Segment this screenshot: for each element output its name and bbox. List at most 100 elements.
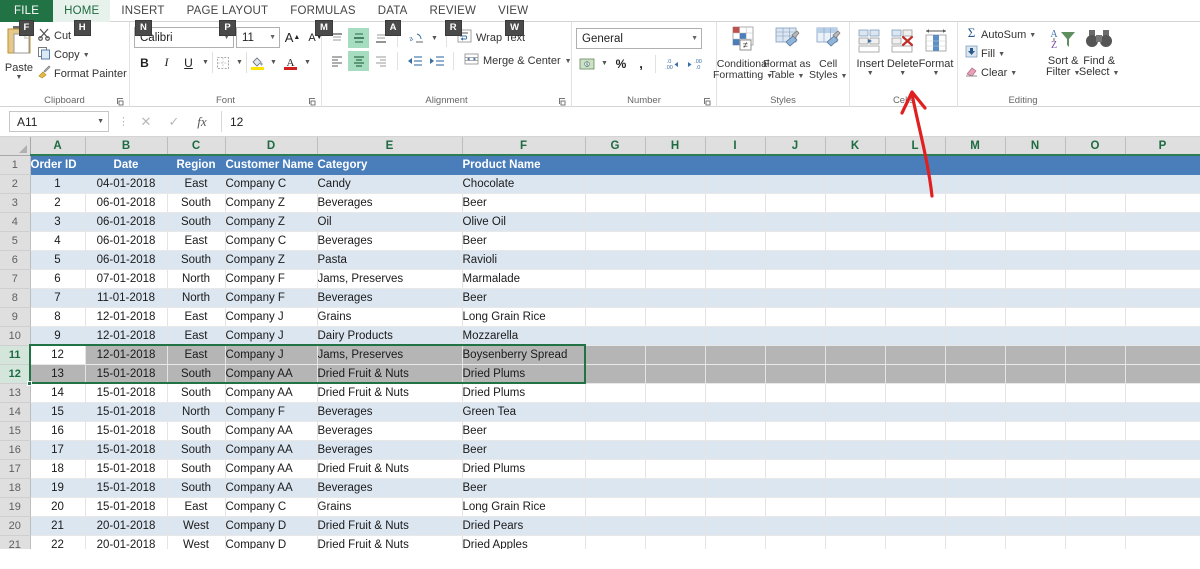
- cell-G7[interactable]: [585, 269, 646, 289]
- cell-H21[interactable]: [645, 535, 706, 549]
- cell-B3[interactable]: 06-01-2018: [85, 193, 168, 213]
- cell-P14[interactable]: [1125, 402, 1200, 422]
- cell-C21[interactable]: West: [167, 535, 226, 549]
- cell-N20[interactable]: [1005, 516, 1066, 536]
- cell-I14[interactable]: [705, 402, 766, 422]
- cell-A5[interactable]: 4: [30, 231, 86, 251]
- cell-E13[interactable]: Dried Fruit & Nuts: [317, 383, 463, 403]
- cell-B14[interactable]: 15-01-2018: [85, 402, 168, 422]
- cell-M7[interactable]: [945, 269, 1006, 289]
- cell-L9[interactable]: [885, 307, 946, 327]
- cell-I18[interactable]: [705, 478, 766, 498]
- cell-B11[interactable]: 12-01-2018: [85, 345, 168, 365]
- column-header-K[interactable]: K: [825, 137, 886, 156]
- paste-dropdown-caret[interactable]: ▼: [16, 74, 23, 81]
- cell-A16[interactable]: 17: [30, 440, 86, 460]
- cell-K12[interactable]: [825, 364, 886, 384]
- column-header-H[interactable]: H: [645, 137, 706, 156]
- merge-center-button[interactable]: Merge & Center ▼: [460, 51, 576, 71]
- autosum-button[interactable]: Σ AutoSum ▼: [962, 25, 1039, 44]
- cell-styles-button[interactable]: Cell Styles ▼: [809, 26, 847, 81]
- cell-D14[interactable]: Company F: [225, 402, 318, 422]
- comma-style-button[interactable]: ,: [632, 53, 650, 74]
- row-header-6[interactable]: 6: [0, 250, 31, 270]
- cell-I15[interactable]: [705, 421, 766, 441]
- cell-P12[interactable]: [1125, 364, 1200, 384]
- cell-E8[interactable]: Beverages: [317, 288, 463, 308]
- column-header-C[interactable]: C: [167, 137, 226, 156]
- cell-E20[interactable]: Dried Fruit & Nuts: [317, 516, 463, 536]
- cell-J10[interactable]: [765, 326, 826, 346]
- row-header-4[interactable]: 4: [0, 212, 31, 232]
- row-header-10[interactable]: 10: [0, 326, 31, 346]
- cell-L5[interactable]: [885, 231, 946, 251]
- row-header-3[interactable]: 3: [0, 193, 31, 213]
- cell-J12[interactable]: [765, 364, 826, 384]
- cell-I11[interactable]: [705, 345, 766, 365]
- row-header-19[interactable]: 19: [0, 497, 31, 517]
- autosum-dropdown-caret[interactable]: ▼: [1029, 32, 1036, 39]
- cell-N17[interactable]: [1005, 459, 1066, 479]
- cell-B8[interactable]: 11-01-2018: [85, 288, 168, 308]
- percent-style-button[interactable]: %: [611, 53, 631, 74]
- cell-L21[interactable]: [885, 535, 946, 549]
- cell-F16[interactable]: Beer: [462, 440, 586, 460]
- cell-F1[interactable]: Product Name: [462, 155, 586, 175]
- format-as-table-dropdown-caret[interactable]: ▼: [798, 73, 805, 80]
- cell-O17[interactable]: [1065, 459, 1126, 479]
- row-header-11[interactable]: 11: [0, 345, 31, 365]
- cell-F5[interactable]: Beer: [462, 231, 586, 251]
- decrease-decimal-button[interactable]: .00 .0: [684, 53, 706, 74]
- cell-C15[interactable]: South: [167, 421, 226, 441]
- cell-D7[interactable]: Company F: [225, 269, 318, 289]
- insert-dropdown-caret[interactable]: ▼: [867, 70, 874, 77]
- orientation-button[interactable]: a: [404, 28, 428, 48]
- cell-J1[interactable]: [765, 155, 826, 175]
- cell-M4[interactable]: [945, 212, 1006, 232]
- cell-N5[interactable]: [1005, 231, 1066, 251]
- insert-cells-button[interactable]: Insert ▼: [854, 26, 887, 77]
- column-header-I[interactable]: I: [705, 137, 766, 156]
- cell-K5[interactable]: [825, 231, 886, 251]
- cell-D13[interactable]: Company AA: [225, 383, 318, 403]
- cell-B1[interactable]: Date: [85, 155, 168, 175]
- cell-B10[interactable]: 12-01-2018: [85, 326, 168, 346]
- cell-O12[interactable]: [1065, 364, 1126, 384]
- cell-F20[interactable]: Dried Pears: [462, 516, 586, 536]
- cell-H11[interactable]: [645, 345, 706, 365]
- cell-H5[interactable]: [645, 231, 706, 251]
- column-header-M[interactable]: M: [945, 137, 1006, 156]
- cell-P13[interactable]: [1125, 383, 1200, 403]
- fill-color-button[interactable]: [246, 52, 267, 73]
- cell-O4[interactable]: [1065, 212, 1126, 232]
- cell-A6[interactable]: 5: [30, 250, 86, 270]
- cell-B15[interactable]: 15-01-2018: [85, 421, 168, 441]
- merge-center-dropdown-caret[interactable]: ▼: [565, 58, 572, 65]
- cell-O16[interactable]: [1065, 440, 1126, 460]
- cell-G15[interactable]: [585, 421, 646, 441]
- cell-G1[interactable]: [585, 155, 646, 175]
- cell-A7[interactable]: 6: [30, 269, 86, 289]
- cell-D19[interactable]: Company C: [225, 497, 318, 517]
- cell-L3[interactable]: [885, 193, 946, 213]
- ribbon-tab-page-layout[interactable]: PAGE LAYOUT: [176, 0, 280, 22]
- cell-F4[interactable]: Olive Oil: [462, 212, 586, 232]
- cell-A17[interactable]: 18: [30, 459, 86, 479]
- cell-A14[interactable]: 15: [30, 402, 86, 422]
- cell-N1[interactable]: [1005, 155, 1066, 175]
- conditional-formatting-button[interactable]: ≠ Conditional Formatting ▼: [713, 26, 773, 81]
- cell-H3[interactable]: [645, 193, 706, 213]
- cell-B2[interactable]: 04-01-2018: [85, 174, 168, 194]
- cell-O8[interactable]: [1065, 288, 1126, 308]
- format-cells-button[interactable]: Format ▼: [919, 26, 953, 77]
- cell-E16[interactable]: Beverages: [317, 440, 463, 460]
- cell-D3[interactable]: Company Z: [225, 193, 318, 213]
- column-header-L[interactable]: L: [885, 137, 946, 156]
- cell-L18[interactable]: [885, 478, 946, 498]
- column-header-B[interactable]: B: [85, 137, 168, 156]
- cell-C8[interactable]: North: [167, 288, 226, 308]
- column-header-N[interactable]: N: [1005, 137, 1066, 156]
- cell-K9[interactable]: [825, 307, 886, 327]
- font-color-button[interactable]: A: [280, 52, 301, 73]
- cancel-entry-button[interactable]: ✕: [139, 114, 153, 130]
